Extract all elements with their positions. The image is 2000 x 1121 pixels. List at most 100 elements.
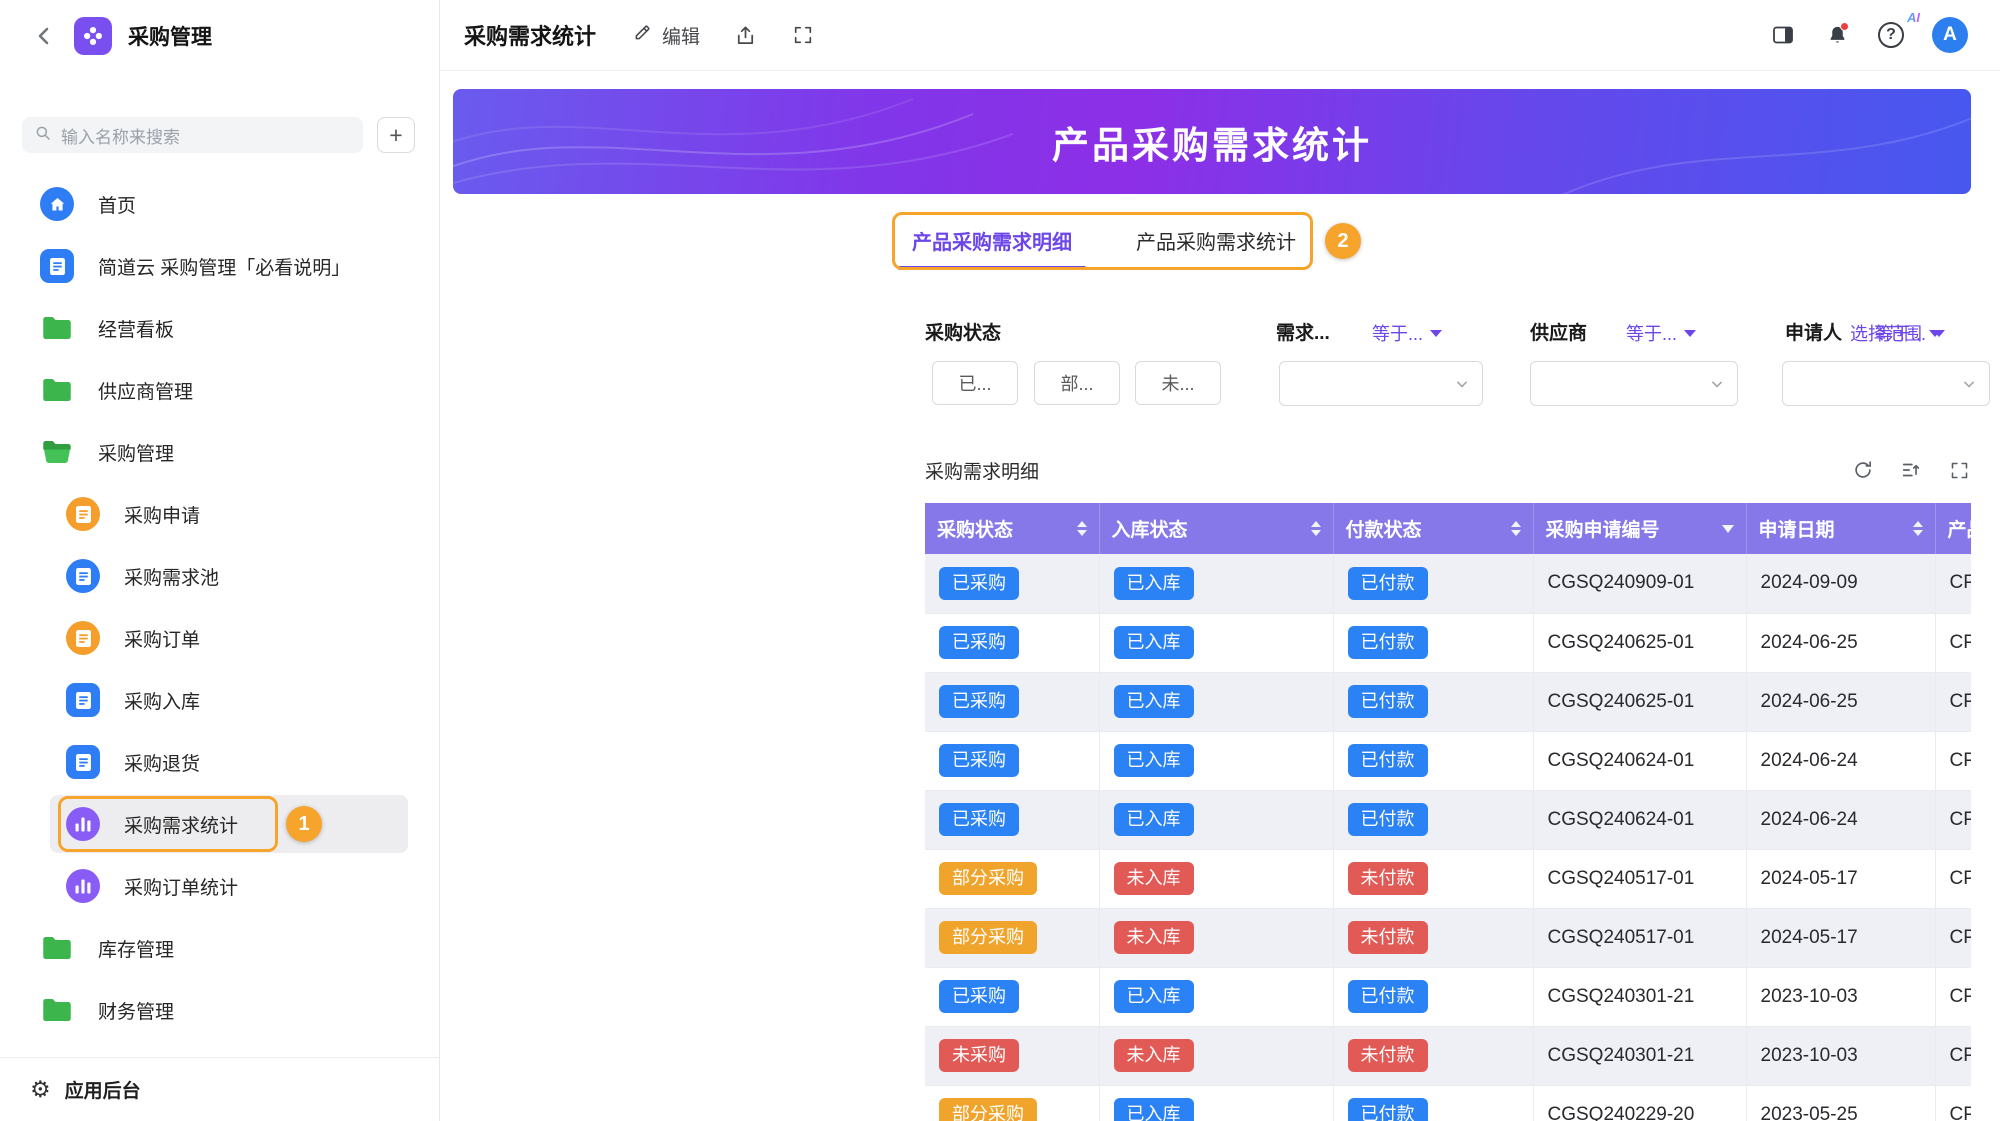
- gear-icon: ⚙: [30, 1078, 51, 1101]
- supplier-select[interactable]: [1530, 361, 1738, 406]
- status-chip-not[interactable]: 未...: [1135, 361, 1221, 405]
- applicant-select[interactable]: [1782, 361, 1990, 406]
- panel-toggle-button[interactable]: [1770, 22, 1796, 48]
- sidebar-item-采购需求统计[interactable]: 采购需求统计1: [0, 793, 439, 855]
- search-input[interactable]: 输入名称来搜索: [22, 117, 363, 153]
- tab-demand-detail[interactable]: 产品采购需求明细: [904, 226, 1080, 270]
- filter-applicant-label: 申请人: [1785, 318, 1842, 345]
- table-cell: 2024-06-24: [1746, 790, 1935, 849]
- app-title: 采购管理: [128, 21, 212, 51]
- table-row[interactable]: 部分采购未入库未付款CGSQ240517-012024-05-17CP0002M…: [925, 849, 1971, 908]
- banner: 产品采购需求统计: [453, 89, 1971, 194]
- refresh-icon[interactable]: [1851, 458, 1875, 482]
- sidebar-item-采购申请[interactable]: 采购申请: [0, 483, 439, 545]
- table-cell: CP0004: [1935, 790, 1971, 849]
- edit-button[interactable]: 编辑: [632, 22, 700, 49]
- column-header-付款状态[interactable]: 付款状态: [1333, 503, 1533, 554]
- app-backend-button[interactable]: ⚙ 应用后台: [0, 1057, 439, 1121]
- sidebar-item-采购订单统计[interactable]: 采购订单统计: [0, 855, 439, 917]
- notifications-button[interactable]: [1824, 22, 1850, 48]
- table-row[interactable]: 部分采购未入库未付款CGSQ240517-012024-05-17CP0004D…: [925, 908, 1971, 967]
- edit-label: 编辑: [662, 22, 700, 49]
- page-title: 采购需求统计: [464, 19, 596, 51]
- sidebar-item-label: 采购退货: [124, 749, 200, 776]
- table-toolbar: 采购需求明细: [925, 447, 1971, 493]
- sidebar-item-采购需求池[interactable]: 采购需求池: [0, 545, 439, 607]
- table-cell: CGSQ240301-21: [1533, 1026, 1746, 1085]
- demand-select[interactable]: [1279, 361, 1483, 406]
- table-row[interactable]: 已采购已入库已付款CGSQ240625-012024-06-25CP0006ST…: [925, 672, 1971, 731]
- fullscreen-button[interactable]: [790, 22, 816, 48]
- help-button[interactable]: ? AI: [1878, 22, 1904, 48]
- table-fullscreen-icon[interactable]: [1947, 458, 1971, 482]
- back-icon[interactable]: [30, 22, 58, 50]
- column-header-产品编号[interactable]: 产品编号: [1935, 503, 1971, 554]
- form-icon: [66, 559, 100, 593]
- caret-down-icon: [1929, 330, 1941, 337]
- table-scroll-area[interactable]: 采购状态入库状态付款状态采购申请编号申请日期产品编号产品名称品... 已采购已入…: [925, 503, 1971, 1121]
- pencil-icon: [632, 22, 653, 49]
- sidebar-item-label: 采购订单: [124, 625, 200, 652]
- tab-demand-stats[interactable]: 产品采购需求统计: [1128, 226, 1304, 270]
- status-badge-cell: 未付款: [1333, 1026, 1533, 1085]
- demand-operator[interactable]: 等于...: [1372, 320, 1442, 346]
- sidebar-item-经营看板[interactable]: 经营看板: [0, 297, 439, 359]
- date-range-link[interactable]: 选择范围: [1850, 320, 1941, 346]
- tabs: 产品采购需求明细 产品采购需求统计 2: [904, 213, 1352, 270]
- folder-icon: [40, 993, 74, 1027]
- status-badge-cell: 已付款: [1333, 672, 1533, 731]
- status-chip-partial[interactable]: 部...: [1034, 361, 1120, 405]
- table-row[interactable]: 已采购已入库已付款CGSQ240909-012024-09-09CP0001MT…: [925, 554, 1971, 613]
- sidebar-item-label: 采购管理: [98, 439, 174, 466]
- table-cell: 2024-06-25: [1746, 672, 1935, 731]
- sidebar: 采购管理 输入名称来搜索 + 首页简道云 采购管理「必看说明」经营看板供应商管理…: [0, 0, 440, 1121]
- status-badge: 已付款: [1348, 1098, 1428, 1121]
- sidebar-item-财务管理[interactable]: 财务管理: [0, 979, 439, 1041]
- topbar-right: ? AI A: [1742, 17, 1968, 53]
- status-badge: 已入库: [1114, 626, 1194, 659]
- status-badge-cell: 未付款: [1333, 908, 1533, 967]
- status-badge: 部分采购: [939, 921, 1037, 954]
- table-row[interactable]: 已采购已入库已付款CGSQ240624-012024-06-24CP0004Du…: [925, 790, 1971, 849]
- table-row[interactable]: 已采购已入库已付款CGSQ240625-012024-06-25CP0005UP…: [925, 613, 1971, 672]
- status-badge-cell: 部分采购: [925, 908, 1099, 967]
- sidebar-item-采购入库[interactable]: 采购入库: [0, 669, 439, 731]
- table-cell: CP0005: [1935, 967, 1971, 1026]
- table-row[interactable]: 未采购未入库未付款CGSQ240301-212023-10-03CP0006ST…: [925, 1026, 1971, 1085]
- chevron-down-icon: [1452, 374, 1472, 394]
- column-header-申请日期[interactable]: 申请日期: [1746, 503, 1935, 554]
- annotation-badge-1: 1: [286, 806, 322, 842]
- table-row[interactable]: 部分采购已入库已付款CGSQ240229-202023-05-25CP0001M…: [925, 1085, 1971, 1121]
- column-header-采购状态[interactable]: 采购状态: [925, 503, 1099, 554]
- status-badge: 已入库: [1114, 685, 1194, 718]
- status-badge: 已采购: [939, 980, 1019, 1013]
- user-avatar[interactable]: A: [1932, 17, 1968, 53]
- column-header-入库状态[interactable]: 入库状态: [1099, 503, 1333, 554]
- table-row[interactable]: 已采购已入库已付款CGSQ240624-012024-06-24CP0003Ca…: [925, 731, 1971, 790]
- sidebar-item-简道云 采购管理「必看说明」[interactable]: 简道云 采购管理「必看说明」: [0, 235, 439, 297]
- status-badge: 已付款: [1348, 567, 1428, 600]
- column-header-采购申请编号[interactable]: 采购申请编号: [1533, 503, 1746, 554]
- export-button[interactable]: [732, 22, 758, 48]
- status-chip-purchased[interactable]: 已...: [932, 361, 1018, 405]
- sidebar-item-库存管理[interactable]: 库存管理: [0, 917, 439, 979]
- sidebar-item-采购退货[interactable]: 采购退货: [0, 731, 439, 793]
- add-app-button[interactable]: +: [377, 117, 415, 153]
- sidebar-item-首页[interactable]: 首页: [0, 173, 439, 235]
- status-badge-cell: 已付款: [1333, 554, 1533, 613]
- table-row[interactable]: 已采购已入库已付款CGSQ240301-212023-10-03CP0005UP…: [925, 967, 1971, 1026]
- sidebar-item-供应商管理[interactable]: 供应商管理: [0, 359, 439, 421]
- sidebar-item-采购订单[interactable]: 采购订单: [0, 607, 439, 669]
- sidebar-item-采购管理[interactable]: 采购管理: [0, 421, 439, 483]
- filter-supplier-label: 供应商: [1530, 318, 1587, 345]
- status-badge: 部分采购: [939, 862, 1037, 895]
- table-cell: 2024-06-25: [1746, 613, 1935, 672]
- table-cell: CP0001: [1935, 1085, 1971, 1121]
- status-badge: 已付款: [1348, 744, 1428, 777]
- document-icon: [66, 683, 100, 717]
- table-cell: 2024-06-24: [1746, 731, 1935, 790]
- form-icon: [66, 621, 100, 655]
- supplier-operator[interactable]: 等于...: [1626, 320, 1696, 346]
- row-sort-icon[interactable]: [1899, 458, 1923, 482]
- sidebar-item-label: 简道云 采购管理「必看说明」: [98, 253, 350, 280]
